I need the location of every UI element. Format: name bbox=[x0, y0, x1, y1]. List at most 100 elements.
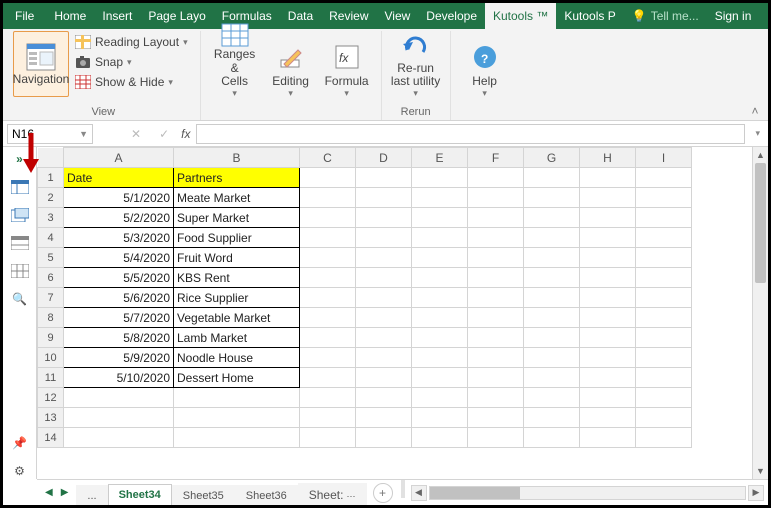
cell-C8[interactable] bbox=[300, 308, 356, 328]
cell-H2[interactable] bbox=[580, 188, 636, 208]
cell-E2[interactable] bbox=[412, 188, 468, 208]
sheet-nav-next-icon[interactable]: ▶ bbox=[61, 487, 69, 498]
cell-D9[interactable] bbox=[356, 328, 412, 348]
formula-button[interactable]: fx Formula bbox=[319, 31, 375, 101]
cell-B3[interactable]: Super Market bbox=[174, 208, 300, 228]
cell-D8[interactable] bbox=[356, 308, 412, 328]
cell-I7[interactable] bbox=[636, 288, 692, 308]
cell-H10[interactable] bbox=[580, 348, 636, 368]
cell-D13[interactable] bbox=[356, 408, 412, 428]
row-header-5[interactable]: 5 bbox=[38, 248, 64, 268]
cell-B14[interactable] bbox=[174, 428, 300, 448]
tab-page-layout[interactable]: Page Layo bbox=[140, 3, 213, 29]
cell-I10[interactable] bbox=[636, 348, 692, 368]
pin-pane-icon[interactable]: 📌 bbox=[10, 435, 30, 451]
row-header-11[interactable]: 11 bbox=[38, 368, 64, 388]
cell-B7[interactable]: Rice Supplier bbox=[174, 288, 300, 308]
add-sheet-button[interactable]: + bbox=[373, 483, 393, 503]
cell-F14[interactable] bbox=[468, 428, 524, 448]
cell-D12[interactable] bbox=[356, 388, 412, 408]
cell-I1[interactable] bbox=[636, 168, 692, 188]
row-header-4[interactable]: 4 bbox=[38, 228, 64, 248]
cell-G14[interactable] bbox=[524, 428, 580, 448]
tab-kutools[interactable]: Kutools ™ bbox=[485, 3, 556, 29]
cell-B8[interactable]: Vegetable Market bbox=[174, 308, 300, 328]
autotext-pane-icon[interactable] bbox=[10, 207, 30, 223]
cell-C4[interactable] bbox=[300, 228, 356, 248]
ranges-cells-button[interactable]: Ranges & Cells bbox=[207, 31, 263, 101]
scroll-left-icon[interactable]: ◀ bbox=[411, 485, 427, 501]
cell-A2[interactable]: 5/1/2020 bbox=[64, 188, 174, 208]
cell-I6[interactable] bbox=[636, 268, 692, 288]
col-header-C[interactable]: C bbox=[300, 148, 356, 168]
row-header-2[interactable]: 2 bbox=[38, 188, 64, 208]
cell-C9[interactable] bbox=[300, 328, 356, 348]
cell-H7[interactable] bbox=[580, 288, 636, 308]
cancel-formula-icon[interactable]: ✕ bbox=[125, 127, 147, 141]
cell-H12[interactable] bbox=[580, 388, 636, 408]
cell-A12[interactable] bbox=[64, 388, 174, 408]
cell-F9[interactable] bbox=[468, 328, 524, 348]
rerun-button[interactable]: Re-run last utility bbox=[388, 31, 444, 101]
col-header-E[interactable]: E bbox=[412, 148, 468, 168]
cell-H9[interactable] bbox=[580, 328, 636, 348]
cell-A1[interactable]: Date bbox=[64, 168, 174, 188]
reading-layout-button[interactable]: Reading Layout bbox=[73, 33, 190, 51]
col-header-I[interactable]: I bbox=[636, 148, 692, 168]
cell-D3[interactable] bbox=[356, 208, 412, 228]
cell-E10[interactable] bbox=[412, 348, 468, 368]
cell-E13[interactable] bbox=[412, 408, 468, 428]
cell-E14[interactable] bbox=[412, 428, 468, 448]
tab-review[interactable]: Review bbox=[321, 3, 376, 29]
cell-B13[interactable] bbox=[174, 408, 300, 428]
row-header-7[interactable]: 7 bbox=[38, 288, 64, 308]
cell-G13[interactable] bbox=[524, 408, 580, 428]
cell-F6[interactable] bbox=[468, 268, 524, 288]
cell-H3[interactable] bbox=[580, 208, 636, 228]
cell-F10[interactable] bbox=[468, 348, 524, 368]
sign-in[interactable]: Sign in bbox=[707, 3, 760, 29]
cell-C10[interactable] bbox=[300, 348, 356, 368]
cell-C6[interactable] bbox=[300, 268, 356, 288]
cell-A11[interactable]: 5/10/2020 bbox=[64, 368, 174, 388]
cell-F11[interactable] bbox=[468, 368, 524, 388]
cell-H6[interactable] bbox=[580, 268, 636, 288]
cell-D2[interactable] bbox=[356, 188, 412, 208]
cell-A14[interactable] bbox=[64, 428, 174, 448]
cell-H8[interactable] bbox=[580, 308, 636, 328]
col-header-D[interactable]: D bbox=[356, 148, 412, 168]
cell-F2[interactable] bbox=[468, 188, 524, 208]
cell-H1[interactable] bbox=[580, 168, 636, 188]
cell-D6[interactable] bbox=[356, 268, 412, 288]
sheet-tab-34[interactable]: Sheet34 bbox=[108, 484, 172, 506]
fx-icon[interactable]: fx bbox=[181, 127, 190, 141]
cell-B4[interactable]: Food Supplier bbox=[174, 228, 300, 248]
show-hide-button[interactable]: Show & Hide bbox=[73, 73, 190, 91]
settings-pane-icon[interactable]: ⚙ bbox=[10, 463, 30, 479]
cell-E12[interactable] bbox=[412, 388, 468, 408]
sheet-tab-35[interactable]: Sheet35 bbox=[172, 485, 235, 506]
row-header-1[interactable]: 1 bbox=[38, 168, 64, 188]
tab-home[interactable]: Home bbox=[46, 3, 94, 29]
cell-I3[interactable] bbox=[636, 208, 692, 228]
cell-G1[interactable] bbox=[524, 168, 580, 188]
row-header-8[interactable]: 8 bbox=[38, 308, 64, 328]
cell-A5[interactable]: 5/4/2020 bbox=[64, 248, 174, 268]
cell-H11[interactable] bbox=[580, 368, 636, 388]
row-header-3[interactable]: 3 bbox=[38, 208, 64, 228]
select-all-cell[interactable] bbox=[38, 148, 64, 168]
cell-C1[interactable] bbox=[300, 168, 356, 188]
cell-E7[interactable] bbox=[412, 288, 468, 308]
cell-A3[interactable]: 5/2/2020 bbox=[64, 208, 174, 228]
cell-I4[interactable] bbox=[636, 228, 692, 248]
cell-D1[interactable] bbox=[356, 168, 412, 188]
cell-E6[interactable] bbox=[412, 268, 468, 288]
row-header-10[interactable]: 10 bbox=[38, 348, 64, 368]
sheet-tab-36[interactable]: Sheet36 bbox=[235, 485, 298, 506]
cell-A6[interactable]: 5/5/2020 bbox=[64, 268, 174, 288]
expand-formula-bar-icon[interactable]: ▾ bbox=[751, 128, 764, 139]
cell-G5[interactable] bbox=[524, 248, 580, 268]
find-replace-pane-icon[interactable]: 🔍 bbox=[10, 291, 30, 307]
cell-H13[interactable] bbox=[580, 408, 636, 428]
cell-C13[interactable] bbox=[300, 408, 356, 428]
